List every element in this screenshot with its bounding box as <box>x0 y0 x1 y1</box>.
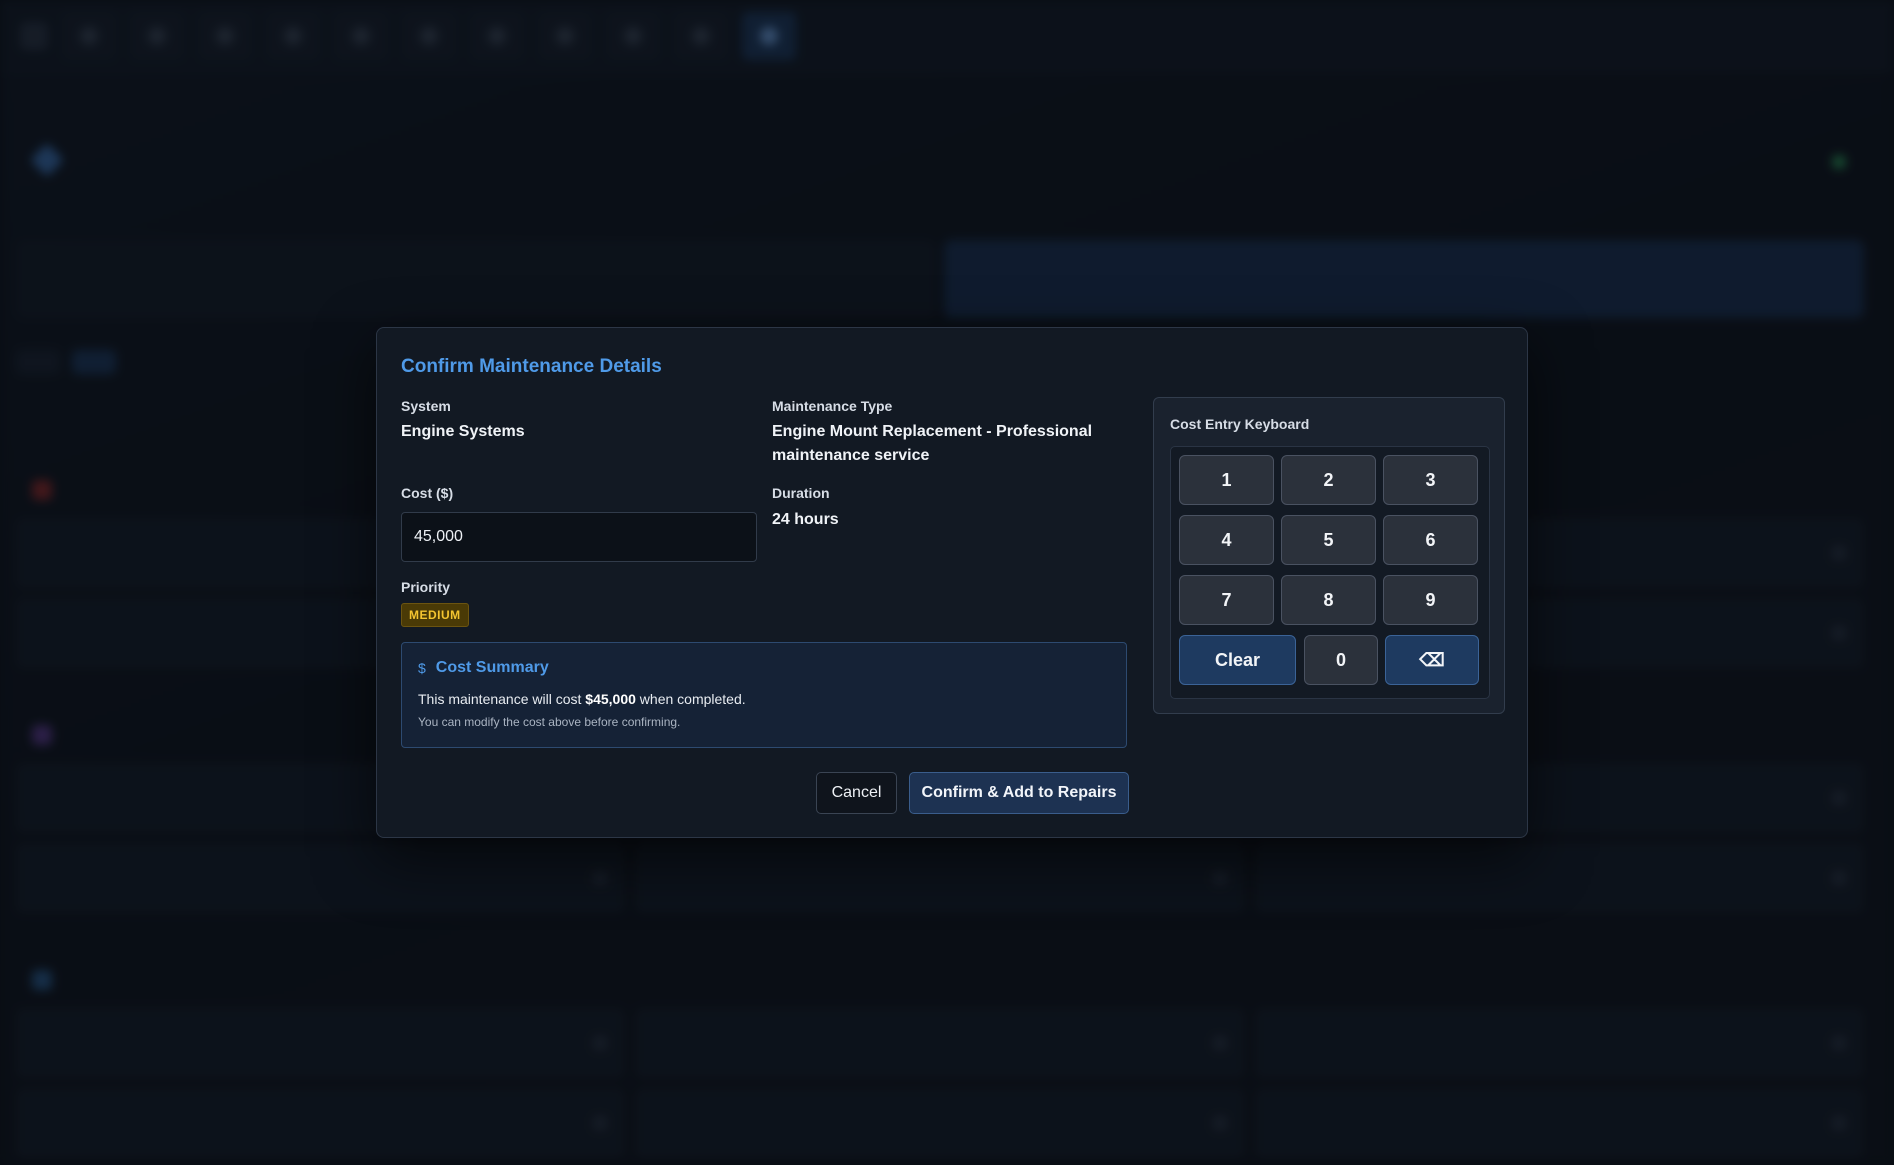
cost-input[interactable] <box>401 512 757 562</box>
priority-badge: MEDIUM <box>401 603 469 627</box>
cost-summary-note: You can modify the cost above before con… <box>418 715 681 729</box>
confirm-add-to-repairs-button[interactable]: Confirm & Add to Repairs <box>909 772 1129 814</box>
maintenance-type-value: Engine Mount Replacement - Professional … <box>772 423 1093 464</box>
cancel-button[interactable]: Cancel <box>816 772 897 814</box>
maintenance-type-label: Maintenance Type <box>772 398 893 414</box>
cost-summary-suffix: when completed. <box>635 691 746 707</box>
key-4[interactable]: 4 <box>1179 515 1274 565</box>
system-value: Engine Systems <box>401 423 525 440</box>
system-label: System <box>401 398 451 414</box>
cost-summary-title: Cost Summary <box>435 659 549 676</box>
cost-summary-amount: $45,000 <box>585 691 636 707</box>
key-8[interactable]: 8 <box>1281 575 1376 625</box>
key-3[interactable]: 3 <box>1383 455 1478 505</box>
cost-summary-text: This maintenance will cost $45,000 when … <box>418 691 1110 707</box>
backspace-icon[interactable]: ⌫ <box>1385 635 1479 685</box>
dialog-title: Confirm Maintenance Details <box>401 356 662 377</box>
keyboard-title: Cost Entry Keyboard <box>1170 416 1310 432</box>
cost-summary: $ Cost Summary This maintenance will cos… <box>401 642 1127 748</box>
key-0[interactable]: 0 <box>1304 635 1378 685</box>
key-1[interactable]: 1 <box>1179 455 1274 505</box>
key-5[interactable]: 5 <box>1281 515 1376 565</box>
clear-key[interactable]: Clear <box>1179 635 1296 685</box>
cost-entry-keyboard: Cost Entry Keyboard 1 2 3 4 5 6 7 8 9 Cl… <box>1153 397 1505 714</box>
cost-summary-header: $ Cost Summary <box>418 659 1110 677</box>
duration-label: Duration <box>772 485 830 501</box>
key-7[interactable]: 7 <box>1179 575 1274 625</box>
dollar-icon: $ <box>418 660 426 676</box>
cost-label: Cost ($) <box>401 485 454 501</box>
key-9[interactable]: 9 <box>1383 575 1478 625</box>
priority-label: Priority <box>401 579 451 595</box>
confirm-maintenance-dialog: Confirm Maintenance Details System Engin… <box>376 327 1528 838</box>
duration-value: 24 hours <box>772 511 839 528</box>
cost-summary-prefix: This maintenance will cost <box>418 691 586 707</box>
keypad: 1 2 3 4 5 6 7 8 9 Clear 0 ⌫ <box>1170 446 1490 699</box>
key-6[interactable]: 6 <box>1383 515 1478 565</box>
key-2[interactable]: 2 <box>1281 455 1376 505</box>
